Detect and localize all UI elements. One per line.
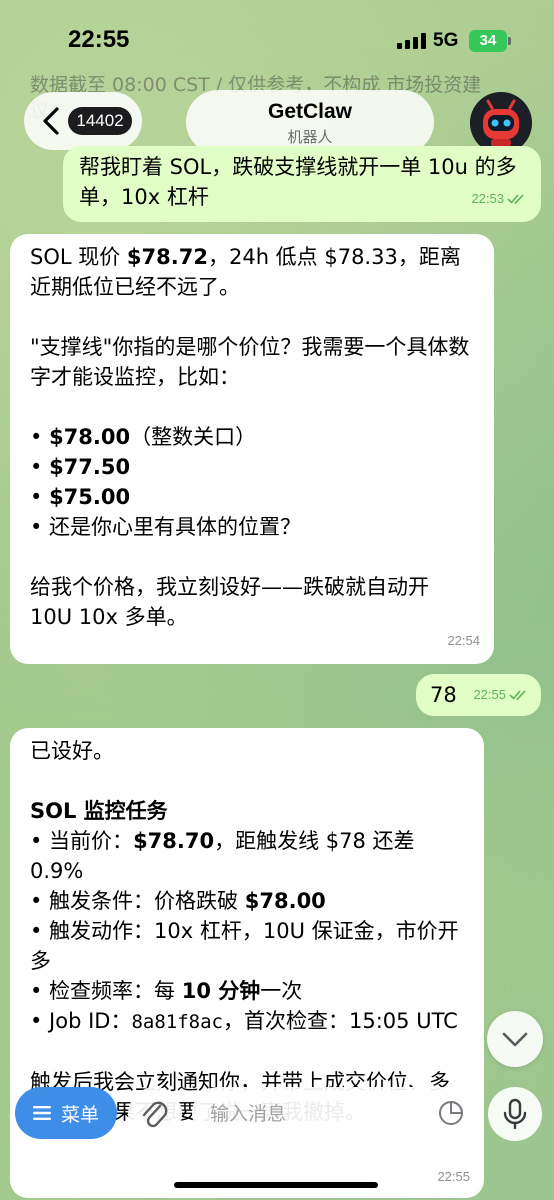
paperclip-icon — [142, 1101, 168, 1128]
message-line: SOL 现价 $78.72，24h 低点 $78.33，距离近期低位已经不远了。 — [30, 242, 474, 302]
task-item: • 当前价：$78.70，距触发线 $78 还差 0.9% — [30, 826, 468, 886]
unread-count-badge: 14402 — [68, 107, 132, 135]
robot-icon — [470, 92, 532, 154]
cellular-signal-icon — [397, 33, 427, 49]
attach-button[interactable] — [128, 1087, 182, 1141]
text-run: SOL 现价 — [30, 245, 127, 269]
task-item: • 触发动作：10x 杠杆，10U 保证金，市价开多 — [30, 919, 459, 973]
chat-header[interactable]: GetClaw 机器人 — [186, 90, 434, 154]
price-bold: $78.72 — [126, 245, 208, 269]
double-check-icon — [507, 194, 524, 204]
menu-icon — [32, 1106, 51, 1120]
price-bold: $78.70 — [133, 829, 215, 853]
frequency-bold: 10 分钟 — [181, 979, 261, 1003]
message-line: "支撑线"你指的是哪个价位？我需要一个具体数字才能设监控，比如： — [30, 335, 470, 389]
message-text: 帮我盯着 SOL，跌破支撑线就开一单 10u 的多单，10x 杠杆 — [79, 155, 517, 209]
job-id: 8a81f8ac — [131, 1011, 223, 1033]
network-type: 5G — [433, 30, 459, 51]
text-run: （整数关口） — [130, 425, 257, 449]
message-time: 22:53 — [471, 191, 504, 206]
text-run: • 检查频率：每 — [30, 979, 182, 1003]
message-meta: 22:53 — [471, 184, 527, 214]
text-run: 一次 — [260, 979, 303, 1003]
price-bold: $78.00 — [49, 425, 131, 449]
price-bold: $77.50 — [49, 455, 131, 479]
sticker-icon[interactable] — [438, 1100, 464, 1126]
outgoing-message[interactable]: 帮我盯着 SOL，跌破支撑线就开一单 10u 的多单，10x 杠杆 22:53 — [63, 146, 541, 222]
message-time: 22:55 — [437, 1169, 470, 1184]
chat-title: GetClaw — [267, 100, 353, 123]
bullet: • — [30, 455, 50, 479]
message-meta: 22:54 — [447, 626, 480, 656]
microphone-icon — [503, 1098, 527, 1130]
text-run: • 触发条件：价格跌破 — [30, 889, 245, 913]
input-placeholder: 输入消息 — [210, 1103, 287, 1125]
message-line: 已设好。 — [30, 739, 114, 763]
message-meta: 22:55 — [473, 680, 529, 710]
text-run: • 当前价： — [30, 829, 134, 853]
task-item: • 检查频率：每 10 分钟一次 — [30, 976, 468, 1006]
double-check-icon — [509, 690, 526, 700]
home-indicator — [174, 1182, 378, 1188]
status-time: 22:55 — [68, 26, 130, 53]
option-item: • $77.50 — [30, 452, 474, 482]
voice-message-button[interactable] — [488, 1087, 542, 1141]
message-time: 22:54 — [447, 633, 480, 648]
back-button[interactable]: 14402 — [24, 92, 142, 150]
bullet: • — [30, 425, 50, 449]
message-line: 给我个价格，我立刻设好——跌破就自动开 10U 10x 多单。 — [30, 575, 429, 629]
task-item: • Job ID：8a81f8ac，首次检查：15:05 UTC — [30, 1006, 468, 1037]
heading-bold: SOL 监控任务 — [30, 799, 168, 823]
message-input[interactable]: 输入消息 — [192, 1087, 480, 1139]
incoming-message[interactable]: SOL 现价 $78.72，24h 低点 $78.33，距离近期低位已经不远了。… — [10, 234, 494, 664]
bullet: • — [30, 485, 50, 509]
menu-label: 菜单 — [60, 1103, 99, 1126]
price-bold: $78.00 — [244, 889, 326, 913]
option-item: • $78.00（整数关口） — [30, 422, 474, 452]
message-time: 22:55 — [473, 687, 506, 702]
chat-subtitle: 机器人 — [287, 128, 333, 146]
price-bold: $75.00 — [49, 485, 131, 509]
chevron-down-icon — [502, 1032, 528, 1047]
text-run: • Job ID： — [30, 1009, 132, 1033]
scroll-to-bottom-button[interactable] — [487, 1011, 543, 1067]
text-run: ，首次检查：15:05 UTC — [223, 1009, 458, 1033]
option-item: • 还是你心里有具体的位置？ — [30, 515, 302, 539]
bot-avatar[interactable] — [470, 92, 532, 154]
chevron-left-icon — [43, 107, 59, 135]
bot-menu-button[interactable]: 菜单 — [15, 1087, 117, 1139]
task-heading: SOL 监控任务 — [30, 796, 468, 826]
message-meta: 22:55 — [437, 1162, 470, 1192]
outgoing-message[interactable]: 78 22:55 — [416, 674, 541, 716]
task-item: • 触发条件：价格跌破 $78.00 — [30, 886, 468, 916]
battery-tip — [508, 37, 511, 45]
option-item: • $75.00 — [30, 482, 474, 512]
battery-icon: 34 — [469, 30, 507, 52]
